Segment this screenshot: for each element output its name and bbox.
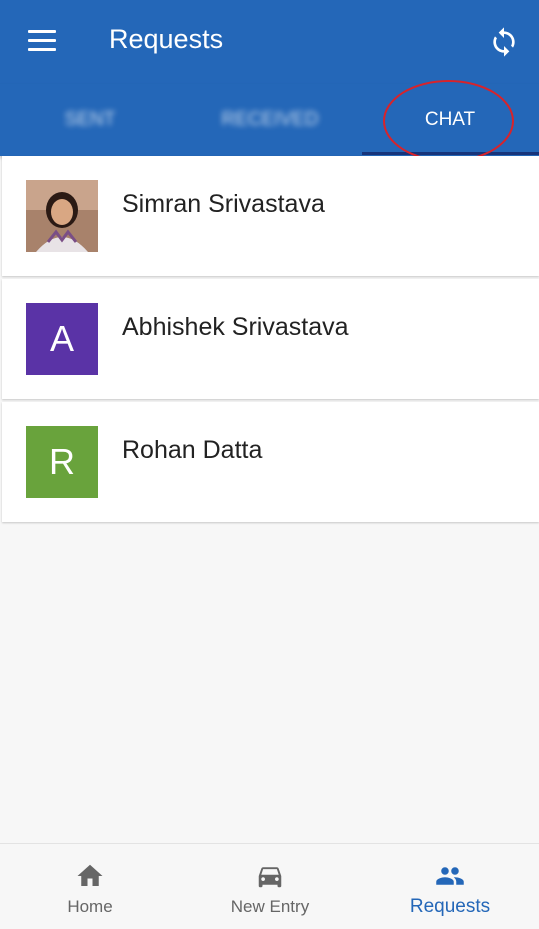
avatar: R [26, 426, 98, 498]
bottom-navigation: Home New Entry Requests [0, 843, 539, 929]
photo-avatar-image [26, 180, 98, 252]
nav-label-home: Home [67, 897, 113, 916]
avatar [26, 180, 98, 252]
nav-requests[interactable]: Requests [360, 844, 539, 929]
nav-label-requests: Requests [409, 896, 491, 917]
nav-new-entry[interactable]: New Entry [180, 844, 360, 929]
contact-name: Abhishek Srivastava [122, 313, 349, 341]
nav-home[interactable]: Home [0, 844, 180, 929]
list-item[interactable]: Simran Srivastava [2, 156, 539, 276]
sync-icon[interactable] [488, 26, 520, 58]
people-icon [436, 867, 464, 885]
nav-label-new-entry: New Entry [230, 897, 310, 916]
app-bar: Requests [0, 0, 539, 84]
avatar: A [26, 303, 98, 375]
list-item[interactable]: A Abhishek Srivastava [2, 279, 539, 399]
tab-sent[interactable]: SENT [0, 84, 180, 156]
page-title: Requests [109, 24, 224, 54]
chat-list: Simran Srivastava A Abhishek Srivastava … [2, 156, 539, 525]
annotation-circle [383, 80, 514, 162]
car-icon [258, 867, 282, 888]
list-item[interactable]: R Rohan Datta [2, 402, 539, 522]
tab-received[interactable]: RECEIVED [180, 84, 360, 156]
menu-icon[interactable] [28, 30, 56, 52]
contact-name: Rohan Datta [122, 436, 263, 464]
contact-name: Simran Srivastava [122, 190, 325, 218]
home-icon [77, 864, 103, 886]
